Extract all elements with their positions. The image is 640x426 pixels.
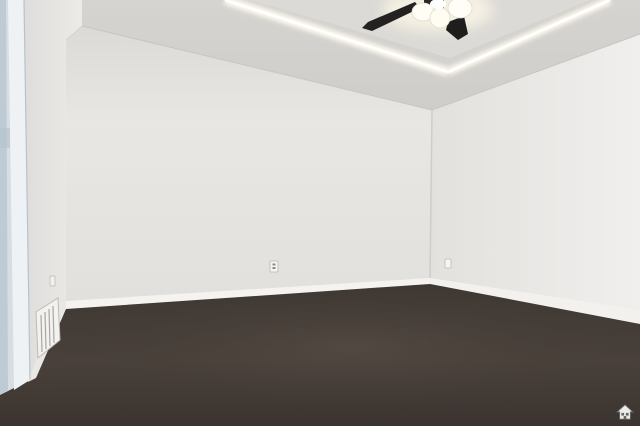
- outlet-left-wall: [49, 275, 56, 287]
- house-logo-icon: [616, 404, 634, 420]
- room-photo: [0, 0, 640, 426]
- room-illustration: [0, 0, 640, 426]
- outlet-right-wall: [444, 258, 452, 269]
- outlet-back-wall: [269, 260, 279, 273]
- door-frame: [0, 0, 31, 395]
